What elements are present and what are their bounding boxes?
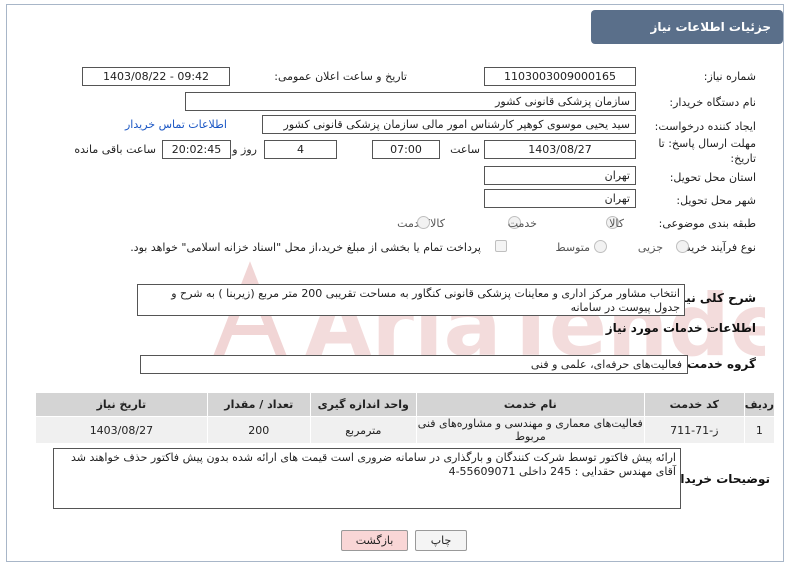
- col-quantity: تعداد / مقدار: [206, 392, 311, 417]
- cell-need-date: 1403/08/27: [35, 416, 208, 444]
- page-title-text: جزئیات اطلاعات نیاز: [650, 20, 771, 34]
- buyer-notes-label: توضیحات خریدار:: [668, 472, 770, 486]
- deadline-time-label: ساعت: [450, 143, 480, 156]
- treasury-payment-note: پرداخت تمام یا بخشی از مبلغ خرید،از محل …: [130, 241, 481, 254]
- requester-field: سید یحیی موسوی کوهپر کارشناس امور مالی س…: [262, 115, 636, 134]
- treasury-payment-checkbox[interactable]: [495, 240, 507, 252]
- buyer-org-label: نام دستگاه خریدار:: [669, 96, 756, 109]
- buyer-org-field: سازمان پزشکی قانونی کشور: [185, 92, 636, 111]
- deadline-date-field: 1403/08/27: [484, 140, 636, 159]
- buyer-notes-line2: آقای مهندس حقدایی : 245 داخلی 55609071-4: [448, 465, 676, 478]
- col-unit: واحد اندازه گیری: [309, 392, 417, 417]
- service-group-label: گروه خدمت:: [682, 357, 756, 371]
- remaining-days-label: روز و: [232, 143, 257, 156]
- general-description-box: انتخاب مشاور مرکز اداری و معاینات پزشکی …: [137, 284, 685, 316]
- remaining-time-field: 20:02:45: [162, 140, 231, 159]
- announce-datetime-field: 1403/08/22 - 09:42: [82, 67, 230, 86]
- deadline-label-line1: مهلت ارسال پاسخ: تا: [658, 137, 756, 150]
- announce-datetime-label: تاریخ و ساعت اعلان عمومی:: [274, 70, 407, 83]
- buyer-notes-box: ارائه پیش فاکتور توسط شرکت کنندگان و بار…: [53, 448, 681, 509]
- services-table: ردیف کد خدمت نام خدمت واحد اندازه گیری ت…: [35, 392, 776, 444]
- category-option-goods: کالا: [609, 217, 624, 230]
- need-number-label: شماره نیاز:: [703, 70, 756, 83]
- process-type-label: نوع فرآیند خرید :: [678, 241, 756, 254]
- buyer-notes-line1: ارائه پیش فاکتور توسط شرکت کنندگان و بار…: [71, 451, 676, 464]
- process-option-minor: جزیی: [637, 241, 663, 254]
- table-row: 1 ز-71-711 فعالیت‌های معماری و مهندسی و …: [35, 416, 776, 444]
- deadline-time-field: 07:00: [372, 140, 440, 159]
- back-button[interactable]: بازگشت: [341, 530, 408, 551]
- services-section-title: اطلاعات خدمات مورد نیاز: [605, 321, 756, 335]
- services-table-header: ردیف کد خدمت نام خدمت واحد اندازه گیری ت…: [35, 392, 776, 417]
- category-radio-goods-service[interactable]: [417, 216, 430, 229]
- service-group-field: فعالیت‌های حرفه‌ای، علمی و فنی: [140, 355, 688, 374]
- process-radio-minor[interactable]: [676, 240, 689, 253]
- col-need-date: تاریخ نیاز: [35, 392, 208, 417]
- requester-label: ایجاد کننده درخواست:: [654, 120, 756, 133]
- deadline-label-line2: تاریخ:: [730, 152, 756, 165]
- process-radio-medium[interactable]: [594, 240, 607, 253]
- buyer-contact-link[interactable]: اطلاعات تماس خریدار: [125, 118, 227, 131]
- cell-unit: مترمربع: [309, 416, 417, 444]
- need-number-field: 1103003009000165: [484, 67, 636, 86]
- cell-row: 1: [743, 416, 776, 444]
- print-button[interactable]: چاپ: [415, 530, 467, 551]
- cell-service-name: فعالیت‌های معماری و مهندسی و مشاوره‌های …: [415, 416, 645, 444]
- col-service-name: نام خدمت: [415, 392, 645, 417]
- remaining-time-label: ساعت باقی مانده: [74, 143, 156, 156]
- category-label: طبقه بندی موضوعی:: [658, 217, 756, 230]
- col-row: ردیف: [743, 392, 776, 417]
- category-option-service: خدمت: [507, 217, 537, 230]
- delivery-city-field: تهران: [484, 189, 636, 208]
- delivery-city-label: شهر محل تحویل:: [676, 194, 756, 207]
- cell-service-code: ز-71-711: [643, 416, 745, 444]
- delivery-province-label: استان محل تحویل:: [669, 171, 756, 184]
- remaining-days-field: 4: [264, 140, 337, 159]
- cell-quantity: 200: [206, 416, 311, 444]
- col-service-code: کد خدمت: [643, 392, 745, 417]
- delivery-province-field: تهران: [484, 166, 636, 185]
- page-title: جزئیات اطلاعات نیاز: [591, 10, 783, 44]
- process-option-medium: متوسط: [555, 241, 590, 254]
